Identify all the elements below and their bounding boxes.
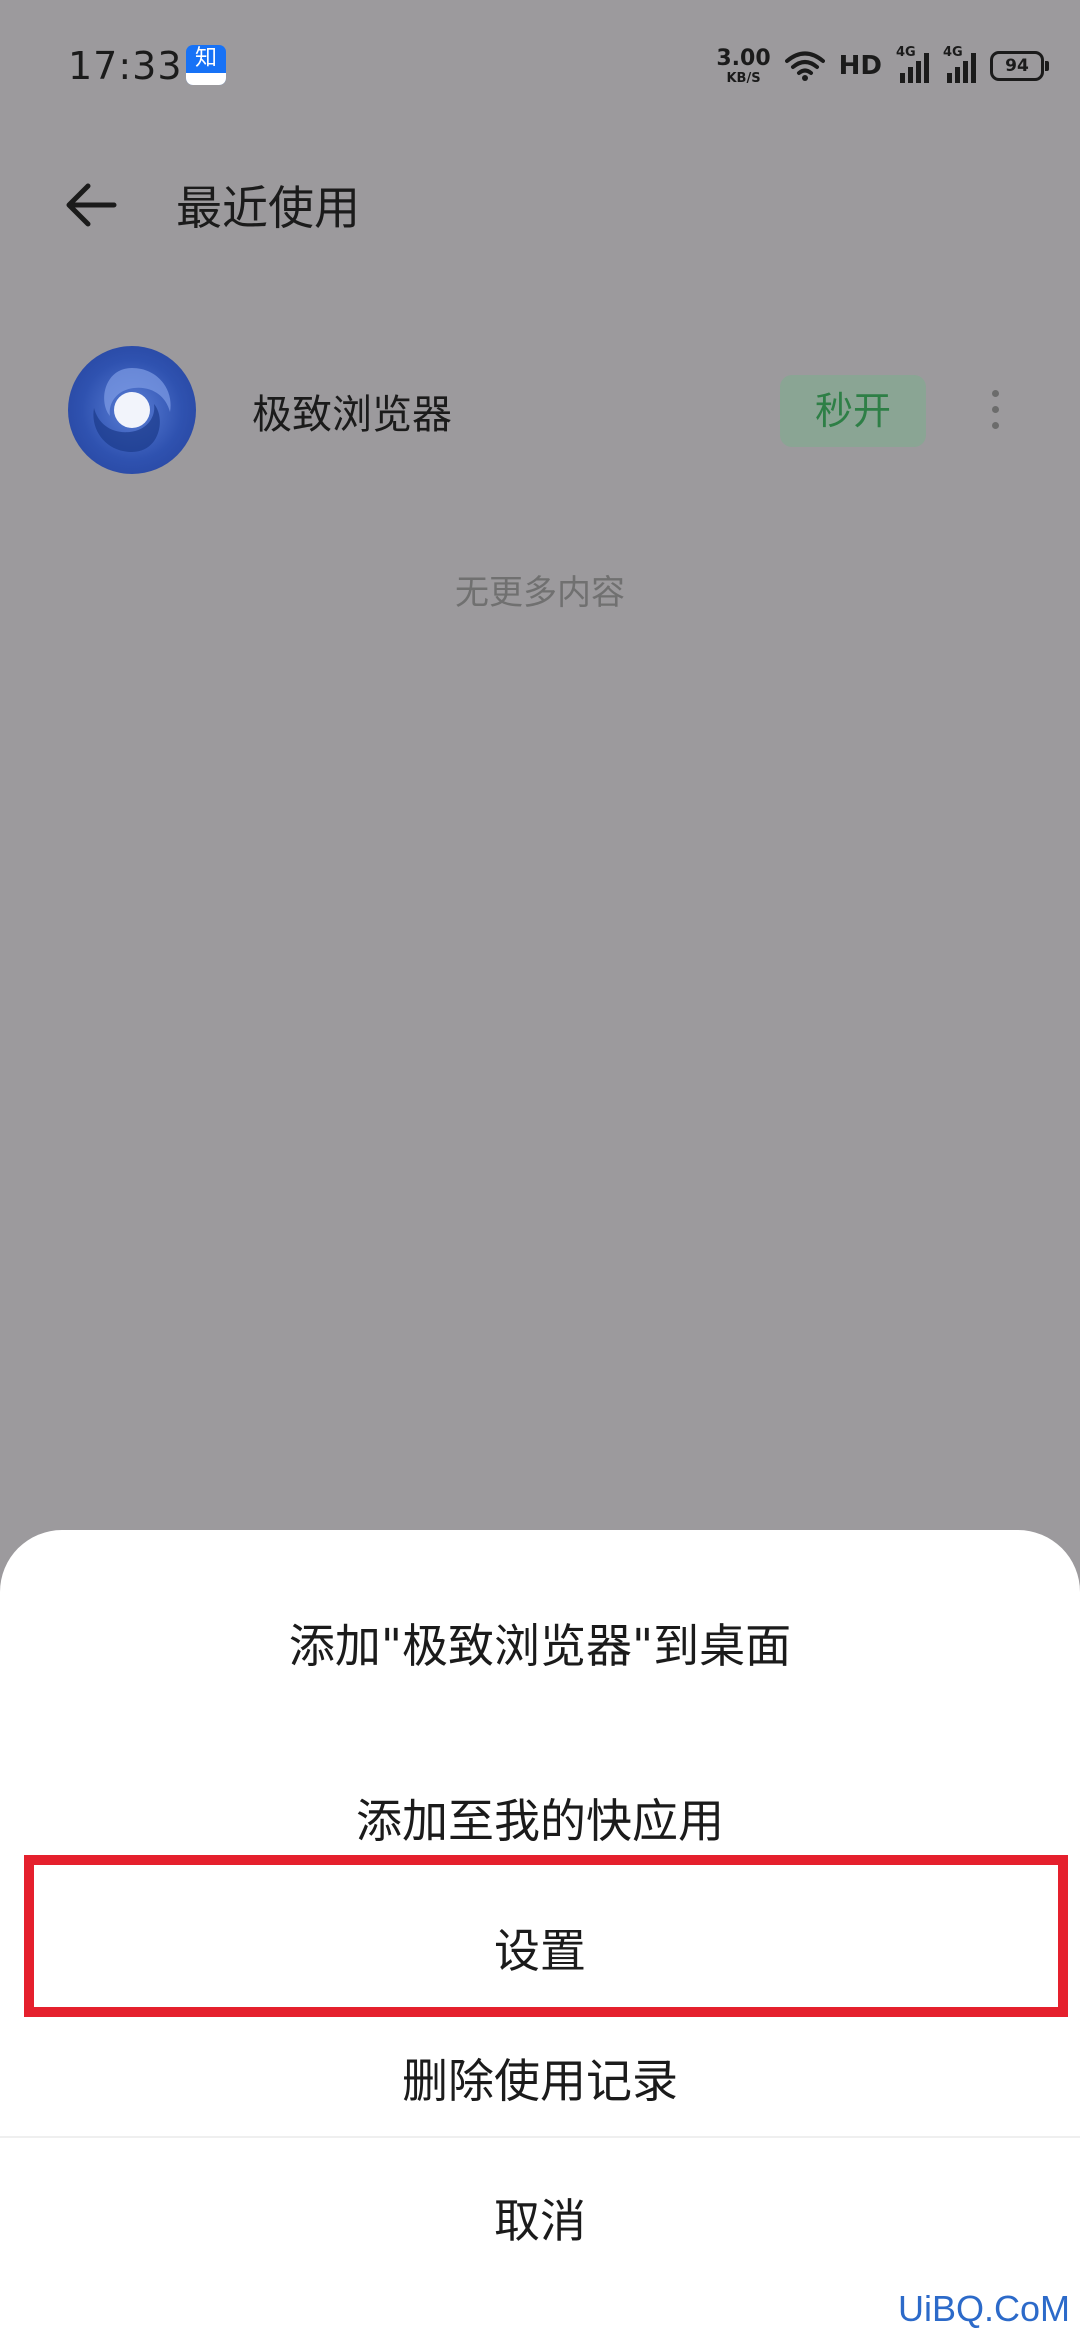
zhihu-app-icon: 知 xyxy=(186,45,226,85)
add-to-desktop-option[interactable]: 添加"极致浏览器"到桌面 xyxy=(0,1610,1080,1676)
cancel-button[interactable]: 取消 xyxy=(0,2185,1080,2251)
status-icons: 3.00 KB/S HD 4G 4G 94 xyxy=(716,44,1049,88)
add-to-quick-apps-option[interactable]: 添加至我的快应用 xyxy=(0,1785,1080,1851)
app-name: 极致浏览器 xyxy=(252,392,452,438)
hd-voice-icon: HD xyxy=(838,51,882,81)
status-time: 17:33 xyxy=(68,44,183,88)
arrow-left-icon[interactable] xyxy=(58,170,128,240)
network-speed-value: 3.00 xyxy=(716,45,771,71)
signal-icon: 4G xyxy=(896,45,929,83)
signal-type-label: 4G xyxy=(896,45,916,60)
network-speed-unit: KB/S xyxy=(726,70,761,86)
page-title: 最近使用 xyxy=(176,181,360,235)
network-speed: 3.00 KB/S xyxy=(716,45,771,86)
signal-icon: 4G xyxy=(943,45,976,83)
battery-level: 94 xyxy=(1005,56,1029,76)
signal-type-label: 4G xyxy=(943,45,963,60)
quick-open-button[interactable]: 秒开 xyxy=(780,375,926,447)
browser-swirl-icon[interactable] xyxy=(68,346,196,474)
watermark: UiBQ.CoM xyxy=(897,2288,1070,2329)
vertical-ellipsis-icon[interactable] xyxy=(980,390,1010,436)
sheet-divider xyxy=(0,2136,1080,2138)
battery-icon: 94 xyxy=(990,51,1049,81)
wifi-icon xyxy=(784,51,825,81)
header: 最近使用 xyxy=(0,150,1080,260)
empty-list-text: 无更多内容 xyxy=(455,573,625,613)
highlight-annotation-box xyxy=(24,1855,1068,2017)
status-bar: 17:33 知 3.00 KB/S HD 4G 4G 94 xyxy=(0,0,1080,130)
recent-app-row[interactable]: 极致浏览器 秒开 xyxy=(0,330,1080,490)
zhihu-icon-label: 知 xyxy=(194,46,217,71)
delete-usage-record-option[interactable]: 删除使用记录 xyxy=(0,2045,1080,2111)
